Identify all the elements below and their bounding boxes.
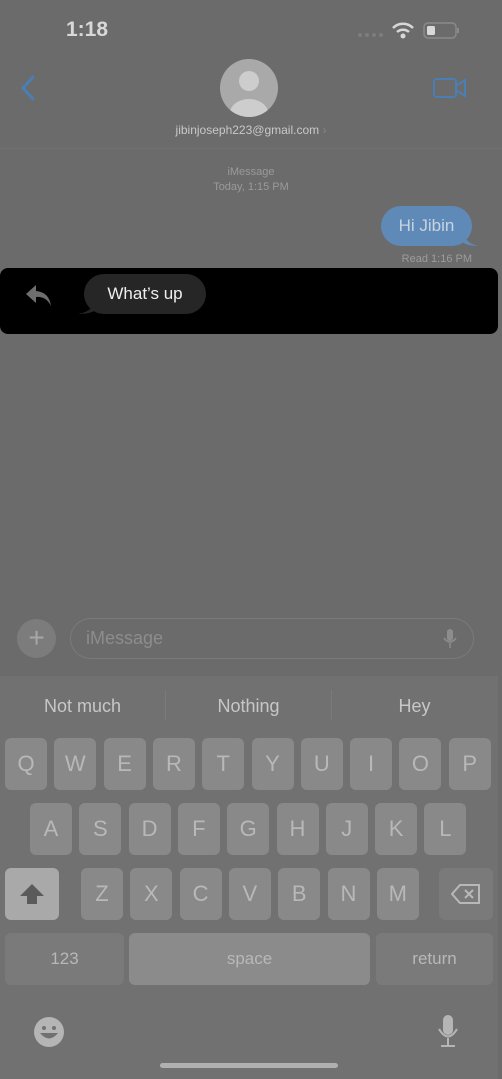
key-o[interactable]: O (399, 738, 442, 790)
contact-avatar[interactable] (220, 59, 278, 117)
key-r[interactable]: R (152, 738, 195, 790)
status-time: 1:18 (66, 18, 109, 41)
key-b[interactable]: B (278, 868, 321, 920)
key-x[interactable]: X (130, 868, 173, 920)
microphone-icon[interactable] (442, 628, 458, 650)
reply-arrow-icon (26, 285, 51, 306)
contact-name[interactable]: jibinjoseph223@gmail.com › (0, 123, 502, 137)
shift-key[interactable] (5, 868, 59, 920)
signal-icon (358, 33, 383, 37)
outgoing-message[interactable]: Hi Jibin (381, 206, 472, 246)
key-e[interactable]: E (103, 738, 146, 790)
message-input[interactable]: iMessage (70, 618, 474, 659)
key-y[interactable]: Y (251, 738, 294, 790)
shift-arrow-icon (20, 884, 44, 904)
apps-plus-button[interactable]: + (17, 619, 56, 658)
key-k[interactable]: K (375, 803, 418, 855)
key-f[interactable]: F (177, 803, 220, 855)
key-g[interactable]: G (227, 803, 270, 855)
home-indicator[interactable] (160, 1063, 338, 1068)
contact-email: jibinjoseph223@gmail.com (175, 123, 320, 137)
delete-key[interactable] (439, 868, 493, 920)
suggestion-2[interactable]: Nothing (166, 696, 331, 717)
key-u[interactable]: U (300, 738, 343, 790)
chevron-right-icon: › (322, 123, 327, 137)
key-t[interactable]: T (202, 738, 245, 790)
dictation-microphone-icon[interactable] (437, 1014, 459, 1048)
key-s[interactable]: S (79, 803, 122, 855)
suggestion-3[interactable]: Hey (332, 696, 497, 717)
key-i[interactable]: I (350, 738, 393, 790)
person-icon (230, 71, 268, 117)
key-z[interactable]: Z (81, 868, 123, 920)
read-receipt: Read 1:16 PM (401, 253, 472, 265)
key-n[interactable]: N (327, 868, 370, 920)
battery-icon (423, 22, 459, 39)
service-label: iMessage (227, 166, 275, 178)
numbers-key[interactable]: 123 (5, 933, 124, 985)
wifi-icon (392, 22, 414, 39)
swipe-reply-highlight (0, 268, 498, 334)
key-p[interactable]: P (448, 738, 491, 790)
key-q[interactable]: Q (5, 738, 47, 790)
back-chevron-icon[interactable] (18, 74, 38, 102)
return-key[interactable]: return (376, 933, 493, 985)
key-d[interactable]: D (128, 803, 171, 855)
key-j[interactable]: J (325, 803, 368, 855)
video-camera-icon[interactable] (433, 77, 467, 99)
space-key[interactable]: space (129, 933, 370, 985)
incoming-message[interactable]: What’s up (84, 274, 206, 314)
backspace-icon (450, 884, 480, 904)
emoji-icon[interactable] (33, 1016, 65, 1048)
key-c[interactable]: C (179, 868, 222, 920)
key-h[interactable]: H (276, 803, 319, 855)
key-m[interactable]: M (376, 868, 419, 920)
bubble-tail (462, 232, 479, 246)
key-a[interactable]: A (30, 803, 72, 855)
conversation-timestamp: Today, 1:15 PM (213, 181, 289, 193)
key-v[interactable]: V (228, 868, 271, 920)
suggestion-1[interactable]: Not much (0, 696, 165, 717)
header-divider (0, 148, 502, 149)
key-l[interactable]: L (424, 803, 467, 855)
key-w[interactable]: W (54, 738, 97, 790)
